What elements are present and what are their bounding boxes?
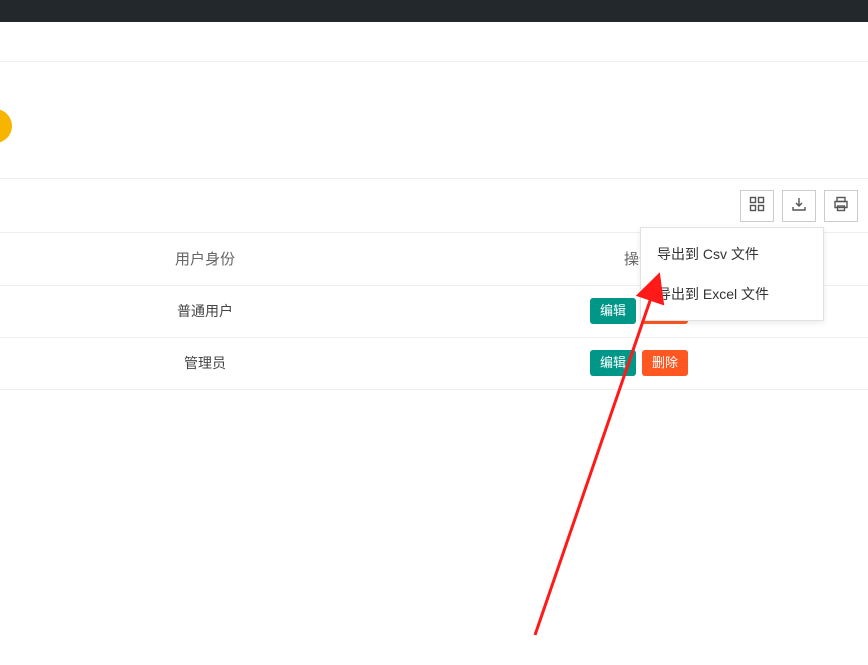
table-row: 管理员 编辑删除 [0,337,868,389]
columns-icon [749,196,765,215]
export-csv-item[interactable]: 导出到 Csv 文件 [641,234,823,274]
edit-button[interactable]: 编辑 [590,298,636,324]
app-topbar [0,0,868,22]
panel-toolbar [0,178,868,233]
accent-pill [0,109,12,143]
app-subbar [0,22,868,62]
cell-role: 普通用户 [0,285,410,337]
print-button[interactable] [824,190,858,222]
column-header-role: 用户身份 [0,233,410,285]
cell-actions: 编辑删除 [410,337,868,389]
edit-button[interactable]: 编辑 [590,350,636,376]
export-excel-item[interactable]: 导出到 Excel 文件 [641,274,823,314]
columns-button[interactable] [740,190,774,222]
export-icon [791,196,807,215]
cell-role: 管理员 [0,337,410,389]
delete-button[interactable]: 删除 [642,350,688,376]
print-icon [833,196,849,215]
export-button[interactable] [782,190,816,222]
export-dropdown: 导出到 Csv 文件 导出到 Excel 文件 [640,227,824,321]
